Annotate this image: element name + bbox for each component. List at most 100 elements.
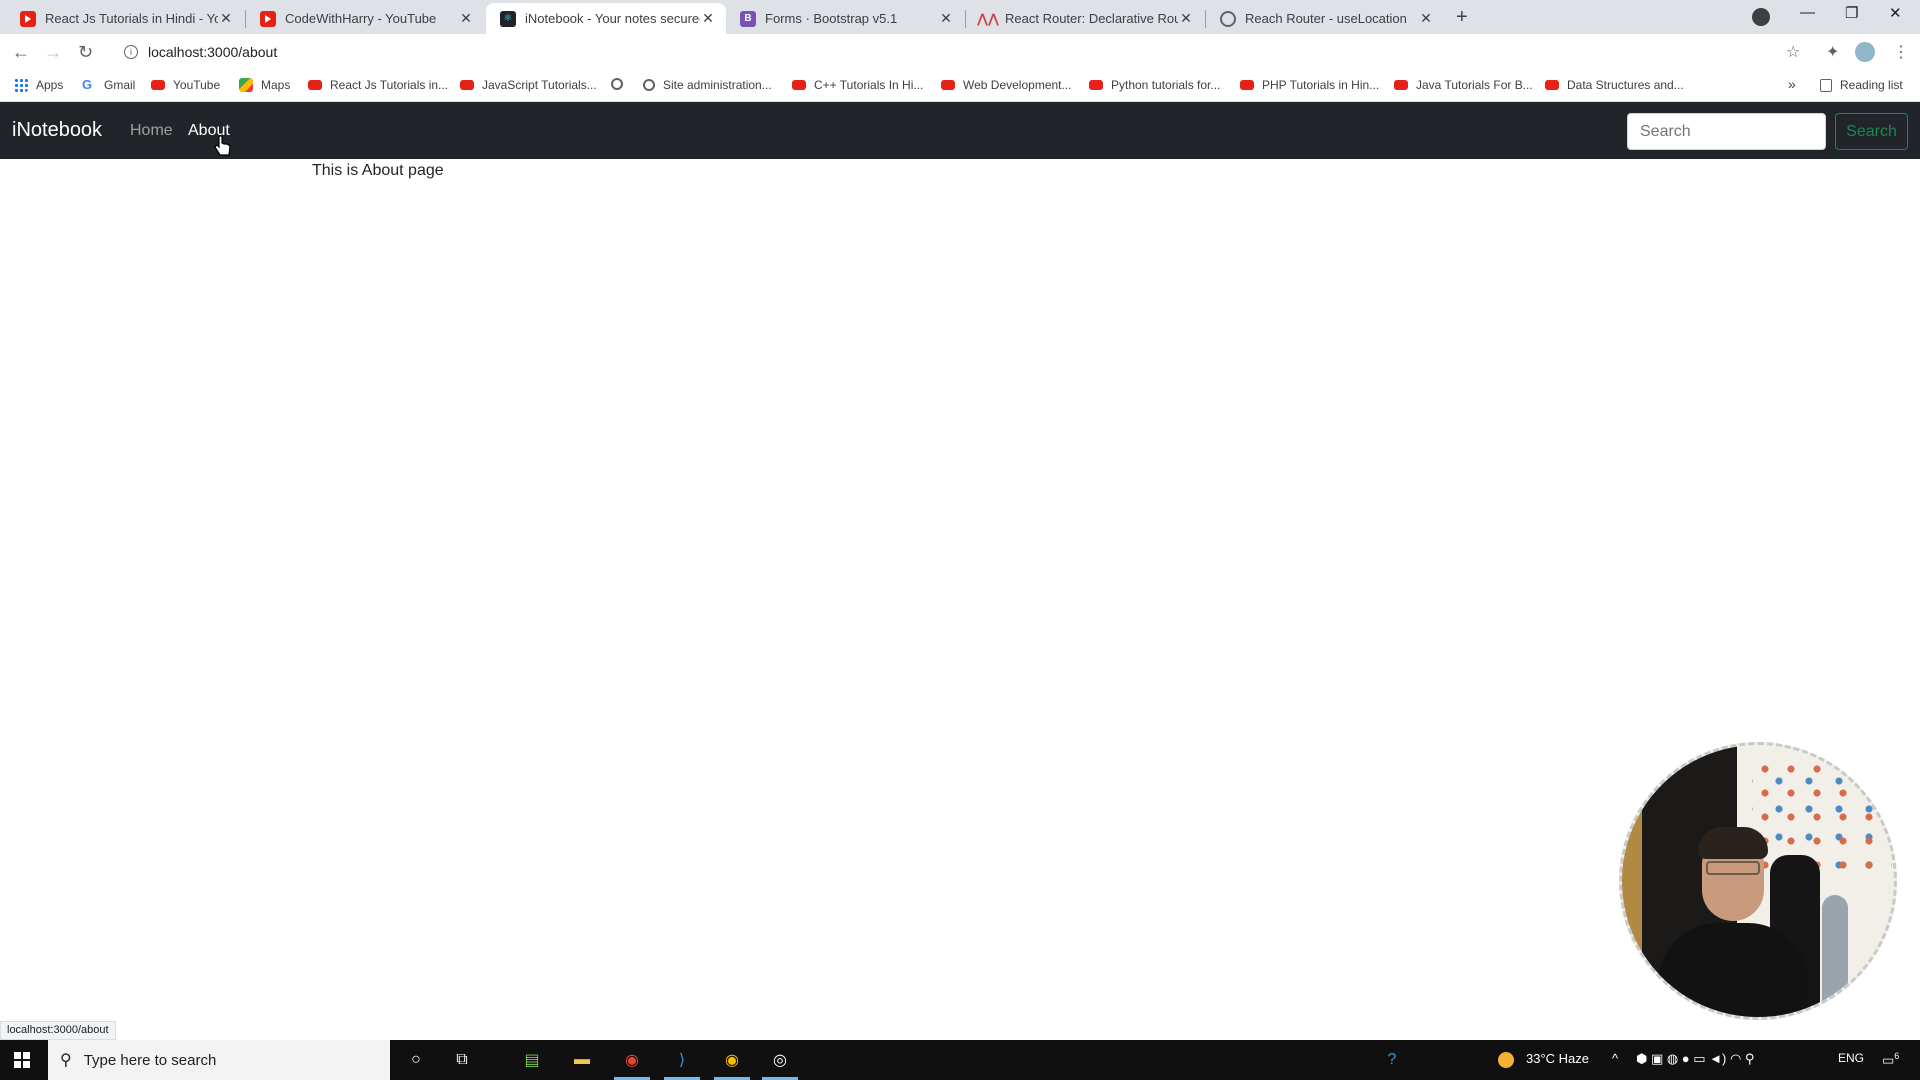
bookmark-item[interactable]: PHP Tutorials in Hin... xyxy=(1240,78,1379,92)
search-button[interactable]: Search xyxy=(1835,113,1908,150)
obs-recorder-icon[interactable]: ◎ xyxy=(762,1048,798,1080)
globe-icon xyxy=(611,78,623,90)
back-arrow-icon[interactable]: ← xyxy=(12,42,30,63)
youtube-icon xyxy=(941,80,955,90)
bookmark-item[interactable] xyxy=(611,78,631,90)
bookmark-item[interactable]: Web Development... xyxy=(941,78,1072,92)
bookmark-item[interactable]: Site administration... xyxy=(643,78,772,92)
weather-text[interactable]: 33°C Haze xyxy=(1526,1051,1589,1066)
chrome-icon[interactable]: ◉ xyxy=(614,1048,650,1080)
tab-title: Reach Router - useLocation xyxy=(1245,11,1407,26)
tab-close-icon[interactable]: ✕ xyxy=(938,10,954,27)
chrome-profile-icon[interactable]: ◉ xyxy=(714,1048,750,1080)
bookmark-label: Python tutorials for... xyxy=(1111,78,1221,92)
bookmark-label: Apps xyxy=(36,78,64,92)
taskbar-search-placeholder: Type here to search xyxy=(83,1051,217,1069)
browser-tab[interactable]: ⋀⋀ React Router: Declarative Routing ✕ xyxy=(966,3,1204,34)
file-explorer-icon[interactable]: ▬ xyxy=(570,1048,594,1072)
vscode-icon[interactable]: ⟩ xyxy=(664,1048,700,1080)
reading-list-label: Reading list xyxy=(1840,78,1903,92)
tab-close-icon[interactable]: ✕ xyxy=(1178,10,1194,27)
youtube-icon xyxy=(151,80,165,90)
tab-close-icon[interactable]: ✕ xyxy=(1418,10,1434,27)
browser-tab[interactable]: Reach Router - useLocation ✕ xyxy=(1206,3,1444,34)
globe-icon xyxy=(1220,10,1236,27)
search-icon: ⚲ xyxy=(60,1052,72,1069)
menu-kebab-icon[interactable]: ⋮ xyxy=(1893,42,1909,62)
bookmark-item[interactable]: Apps xyxy=(14,78,63,92)
tab-search-icon[interactable] xyxy=(1752,8,1770,26)
tab-close-icon[interactable]: ✕ xyxy=(458,10,474,27)
forward-arrow-icon[interactable]: → xyxy=(44,42,62,63)
bookmark-item[interactable]: JavaScript Tutorials... xyxy=(460,78,597,92)
youtube-icon xyxy=(460,80,474,90)
google-icon: G xyxy=(82,77,93,92)
site-info-icon[interactable]: i xyxy=(124,45,138,59)
task-view-icon[interactable]: ⧉ xyxy=(450,1048,474,1072)
notification-count: 6 xyxy=(1894,1051,1900,1061)
bookmark-label: Gmail xyxy=(104,78,136,92)
bookmark-item[interactable]: Data Structures and... xyxy=(1545,78,1684,92)
react-router-icon: ⋀⋀ xyxy=(977,10,999,26)
new-tab-plus-icon[interactable]: + xyxy=(1456,6,1468,29)
youtube-icon xyxy=(792,80,806,90)
reading-list-button[interactable]: Reading list xyxy=(1820,78,1903,92)
bookmark-label: React Js Tutorials in... xyxy=(330,78,449,92)
help-question-icon[interactable]: ? xyxy=(1380,1048,1404,1072)
webcam-microphone xyxy=(1822,895,1848,1017)
more-bookmarks-chevron-icon[interactable]: » xyxy=(1788,76,1796,92)
bookmark-item[interactable]: Maps xyxy=(239,78,290,92)
tab-title: iNotebook - Your notes secured xyxy=(525,11,700,26)
windows-start-icon[interactable] xyxy=(14,1052,30,1068)
bookmark-item[interactable]: Java Tutorials For B... xyxy=(1394,78,1533,92)
window-close-icon[interactable]: ✕ xyxy=(1889,4,1902,22)
tab-close-icon[interactable]: ✕ xyxy=(700,10,716,27)
weather-sun-icon[interactable] xyxy=(1498,1051,1514,1068)
restore-icon[interactable]: ❐ xyxy=(1845,4,1858,22)
bookmark-item[interactable]: C++ Tutorials In Hi... xyxy=(792,78,923,92)
extensions-puzzle-icon[interactable]: ✦ xyxy=(1826,42,1839,62)
bookmark-item[interactable]: React Js Tutorials in... xyxy=(308,78,448,92)
bookmark-label: Web Development... xyxy=(963,78,1072,92)
bookmark-item[interactable]: Python tutorials for... xyxy=(1089,78,1220,92)
notepad-app-icon[interactable]: ▤ xyxy=(520,1048,544,1072)
browser-tab[interactable]: React Js Tutorials in Hindi - YouT ✕ xyxy=(6,3,244,34)
globe-icon xyxy=(643,79,655,91)
tab-title: React Router: Declarative Routing xyxy=(1005,11,1178,26)
maps-icon xyxy=(239,78,253,92)
youtube-icon xyxy=(308,80,322,90)
bookmark-item[interactable]: G Gmail xyxy=(82,77,136,93)
cortana-circle-icon[interactable]: ○ xyxy=(404,1048,428,1072)
webcam-overlay xyxy=(1619,742,1897,1020)
nav-link-home[interactable]: Home xyxy=(130,122,173,140)
browser-tab[interactable]: B Forms · Bootstrap v5.1 ✕ xyxy=(726,3,964,34)
webcam-wall-stickers xyxy=(1752,757,1892,877)
browser-tab-active[interactable]: ⚛ iNotebook - Your notes secured ✕ xyxy=(486,3,726,34)
reading-list-icon xyxy=(1820,78,1832,92)
tab-close-icon[interactable]: ✕ xyxy=(218,10,234,27)
navbar-brand[interactable]: iNotebook xyxy=(12,119,102,142)
language-indicator[interactable]: ENG xyxy=(1838,1051,1864,1065)
address-url: localhost:3000/about xyxy=(148,44,278,60)
app-navbar: iNotebook Home About Search xyxy=(0,102,1920,159)
bookmark-item[interactable]: YouTube xyxy=(151,78,220,92)
taskbar-search-box[interactable]: ⚲ Type here to search xyxy=(48,1040,390,1080)
search-input[interactable] xyxy=(1627,113,1826,150)
tab-title: React Js Tutorials in Hindi - YouT xyxy=(45,11,218,26)
bookmarks-bar: Apps G Gmail YouTube Maps React Js Tutor… xyxy=(0,70,1920,102)
profile-avatar[interactable] xyxy=(1855,42,1875,62)
bookmark-star-icon[interactable]: ☆ xyxy=(1786,42,1800,62)
tray-icons[interactable]: ⬢ ▣ ◍ ● ▭ ◄) ◠ ⚲ xyxy=(1636,1051,1754,1067)
youtube-icon xyxy=(1545,80,1559,90)
notifications-icon[interactable]: ▭6 xyxy=(1882,1051,1899,1068)
tab-strip: React Js Tutorials in Hindi - YouT ✕ Cod… xyxy=(0,0,1920,34)
bookmark-label: JavaScript Tutorials... xyxy=(482,78,597,92)
youtube-icon xyxy=(1394,80,1408,90)
browser-tab[interactable]: CodeWithHarry - YouTube ✕ xyxy=(246,3,484,34)
tray-chevron-up-icon[interactable]: ^ xyxy=(1612,1051,1618,1066)
address-bar[interactable]: i localhost:3000/about xyxy=(110,38,1790,66)
bookmark-label: PHP Tutorials in Hin... xyxy=(1262,78,1380,92)
bookmark-label: C++ Tutorials In Hi... xyxy=(814,78,924,92)
minimize-icon[interactable]: — xyxy=(1800,4,1815,21)
reload-icon[interactable]: ↻ xyxy=(78,42,93,63)
